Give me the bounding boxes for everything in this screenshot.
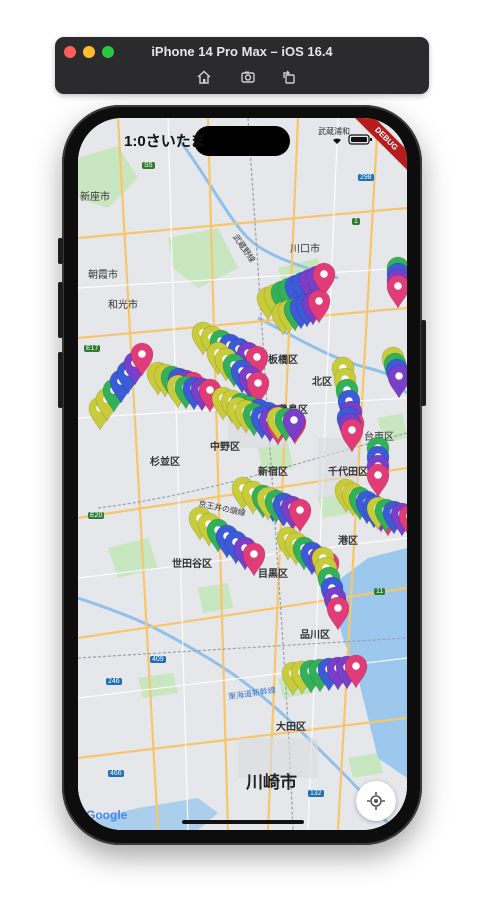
- rotate-icon[interactable]: [281, 69, 297, 85]
- volume-down-button: [58, 352, 63, 408]
- simulator-toolbar: iPhone 14 Pro Max – iOS 16.4: [55, 37, 429, 94]
- google-logo: Google: [86, 808, 127, 822]
- map-marker[interactable]: [242, 542, 266, 577]
- volume-up-button: [58, 282, 63, 338]
- status-time: 1:0さいたま: [124, 130, 205, 151]
- map-marker[interactable]: [387, 364, 407, 399]
- status-icons: [333, 134, 372, 145]
- map-marker[interactable]: [386, 274, 407, 309]
- status-app-title: さいたま: [145, 133, 206, 150]
- my-location-button[interactable]: [356, 781, 396, 821]
- home-indicator: [182, 820, 304, 824]
- screenshot-icon[interactable]: [240, 69, 256, 85]
- phone-screen: 新座市 川口市 朝霞市 和光市 北区 板橋区 豊島区 中野区 杉並区 新宿区 千…: [78, 118, 407, 830]
- simulator-title: iPhone 14 Pro Max – iOS 16.4: [151, 44, 333, 59]
- my-location-icon: [367, 792, 385, 810]
- power-button: [421, 320, 426, 406]
- dynamic-island: [194, 126, 290, 156]
- home-icon[interactable]: [196, 69, 212, 85]
- map-marker[interactable]: [326, 596, 350, 631]
- status-time-text: 1:0: [124, 133, 146, 150]
- mute-switch: [58, 238, 63, 264]
- marker-layer[interactable]: [78, 118, 407, 830]
- map-marker[interactable]: [340, 418, 364, 453]
- google-logo-text: Google: [86, 808, 128, 822]
